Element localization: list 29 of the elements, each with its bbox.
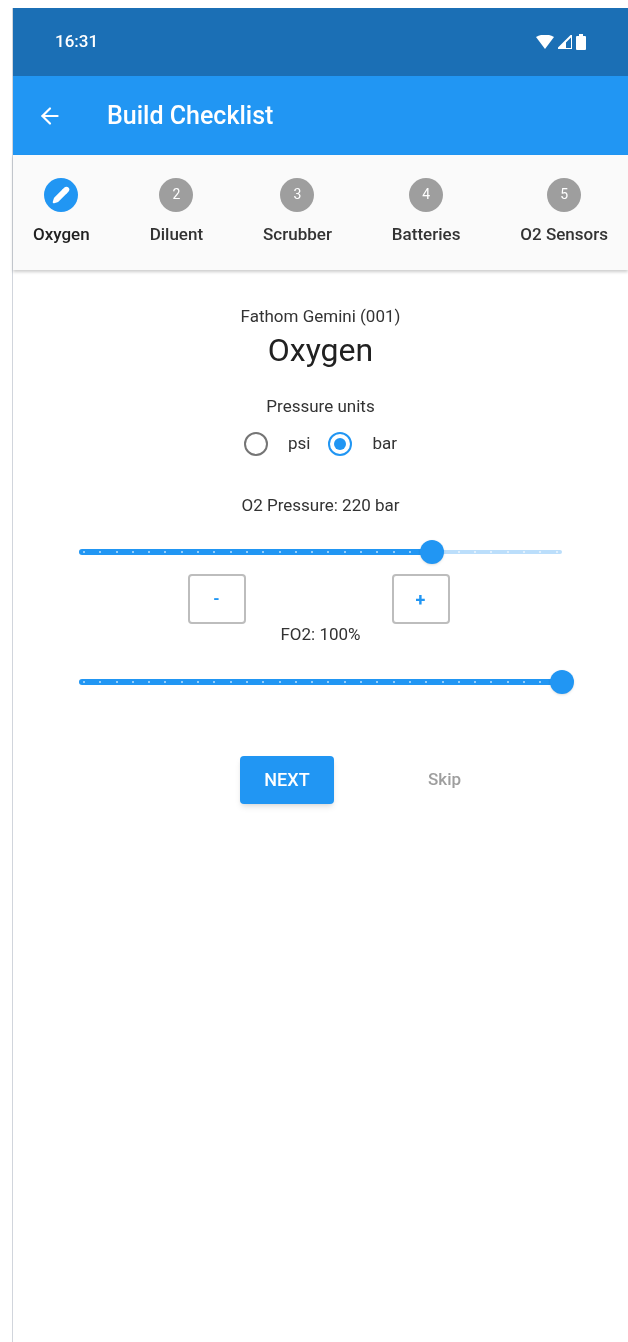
step-tab[interactable]: 2 Diluent — [149, 177, 204, 248]
app-bar-title: Build Checklist — [107, 99, 274, 132]
edit-icon — [44, 177, 79, 212]
radio-button[interactable] — [328, 431, 353, 456]
device-name: Fathom Gemini (001) — [240, 305, 401, 328]
step-tab[interactable]: 3 Scrubber — [263, 177, 332, 248]
step-label: Scrubber — [263, 222, 332, 246]
status-time: 16:31 — [55, 30, 99, 54]
slider-thumb[interactable] — [419, 540, 444, 564]
status-icons — [536, 34, 586, 50]
radio-label: psi — [288, 432, 311, 455]
step-tab[interactable]: 4 Batteries — [391, 177, 461, 248]
pressure-units-label: Pressure units — [266, 394, 375, 418]
o2-pressure-label: O2 Pressure: 220 bar — [241, 493, 400, 517]
step-number: 5 — [547, 177, 582, 212]
step-label: Oxygen — [33, 222, 90, 246]
radio-label: bar — [372, 432, 397, 455]
step-number: 2 — [159, 177, 194, 212]
step-label: Diluent — [149, 222, 204, 246]
slider-thumb[interactable] — [550, 669, 574, 694]
step-label: Batteries — [391, 222, 461, 246]
step-number: 3 — [280, 177, 315, 212]
step-number: 4 — [409, 177, 444, 212]
fo2-label: FO2: 100% — [280, 623, 361, 646]
step-tab[interactable]: Oxygen — [33, 177, 90, 248]
radio-button[interactable] — [244, 431, 268, 456]
page-heading: Oxygen — [267, 329, 374, 370]
step-tab[interactable]: 5 O2 Sensors — [520, 177, 608, 248]
step-label: O2 Sensors — [520, 222, 608, 246]
